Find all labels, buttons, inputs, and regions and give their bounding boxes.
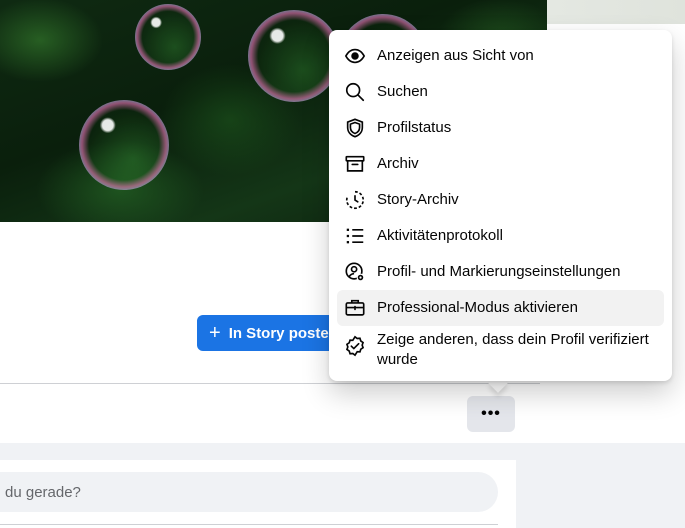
menu-item-profile-status[interactable]: Profilstatus [337,110,664,146]
menu-item-professional-mode[interactable]: Professional-Modus aktivieren [337,290,664,326]
menu-item-label: Zeige anderen, dass dein Profil verifizi… [377,331,649,368]
menu-item-label: Archiv [377,155,419,172]
menu-item-archive[interactable]: Archiv [337,146,664,182]
menu-item-label: Aktivitätenprotokoll [377,227,503,244]
more-options-button[interactable]: ••• [467,396,515,432]
menu-item-label: Profil- und Markierungseinstellungen [377,263,621,280]
composer-input[interactable]: du gerade? [0,472,498,512]
bubble-image-detail [79,100,169,190]
search-icon [343,80,367,104]
add-to-story-label: In Story posten [228,324,338,342]
menu-item-activity-log[interactable]: Aktivitätenprotokoll [337,218,664,254]
verified-badge-icon [343,334,367,358]
bubble-image-detail [248,10,340,102]
menu-item-label: Profilstatus [377,119,452,136]
composer-placeholder: du gerade? [5,483,81,501]
briefcase-icon [343,296,367,320]
story-archive-clock-icon [343,188,367,212]
cover-background-edge [547,0,685,24]
menu-item-label: Story-Archiv [377,191,459,208]
plus-icon: + [209,322,221,344]
menu-item-verified-profile[interactable]: Zeige anderen, dass dein Profil verifizi… [337,326,664,370]
side-column-background [516,444,685,528]
menu-item-search[interactable]: Suchen [337,74,664,110]
shield-icon [343,116,367,140]
eye-icon [343,44,367,68]
menu-item-label: Suchen [377,83,428,100]
archive-box-icon [343,152,367,176]
menu-item-view-as[interactable]: Anzeigen aus Sicht von [337,38,664,74]
menu-item-profile-tag-settings[interactable]: Profil- und Markierungseinstellungen [337,254,664,290]
menu-item-label: Professional-Modus aktivieren [377,299,578,316]
add-to-story-button[interactable]: + In Story posten [197,315,347,351]
profile-divider [0,383,540,384]
list-icon [343,224,367,248]
bubble-image-detail [135,4,201,70]
menu-item-story-archive[interactable]: Story-Archiv [337,182,664,218]
profile-gear-icon [343,260,367,284]
more-icon: ••• [481,405,501,422]
menu-item-label: Anzeigen aus Sicht von [377,47,534,64]
composer-divider [0,524,498,525]
profile-options-menu: Anzeigen aus Sicht von Suchen Profilstat… [329,30,672,381]
